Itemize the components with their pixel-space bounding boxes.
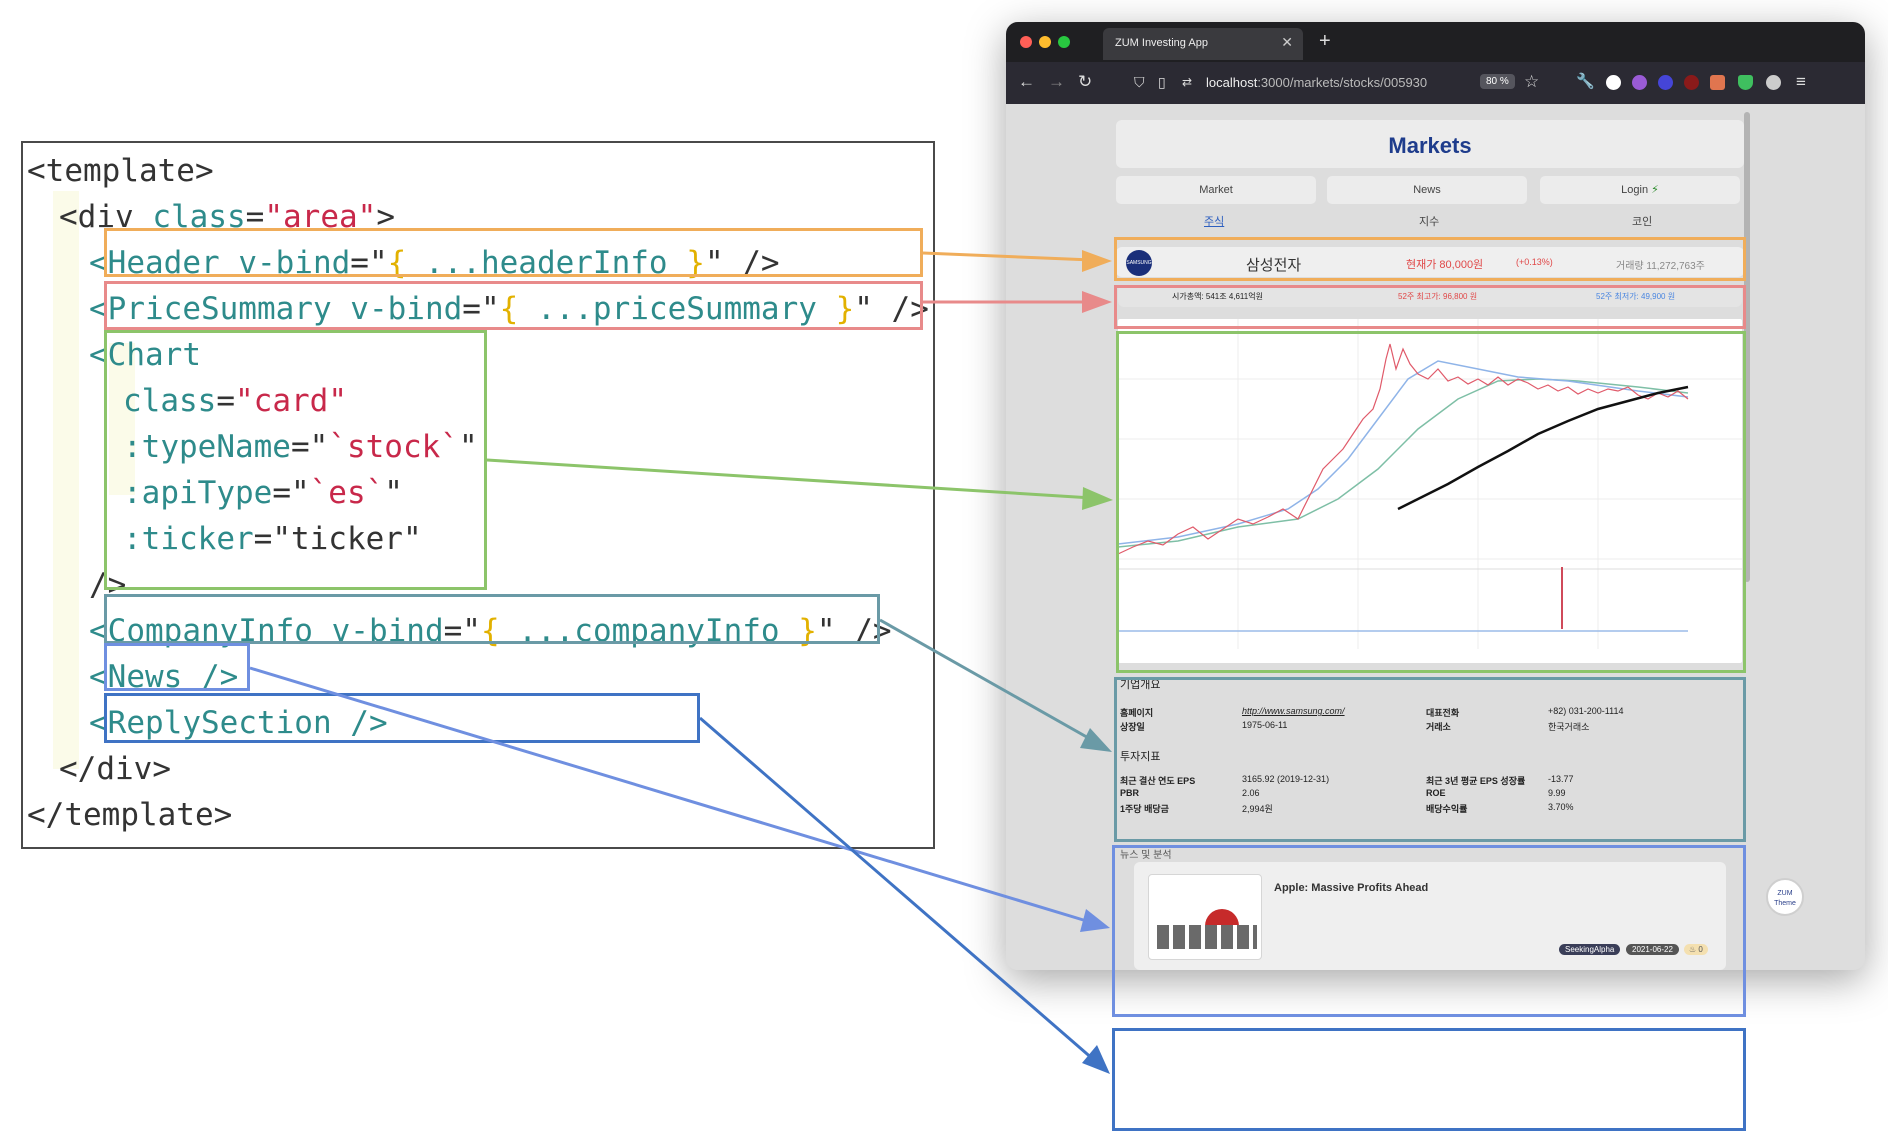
arrow-header <box>922 250 1112 272</box>
arrow-replysection <box>699 716 1110 1074</box>
mapping-arrows <box>249 250 1113 1074</box>
arrow-companyinfo <box>879 618 1112 752</box>
arrow-chart <box>486 458 1113 510</box>
arrow-pricesummary <box>923 291 1112 313</box>
arrow-news <box>249 666 1110 932</box>
